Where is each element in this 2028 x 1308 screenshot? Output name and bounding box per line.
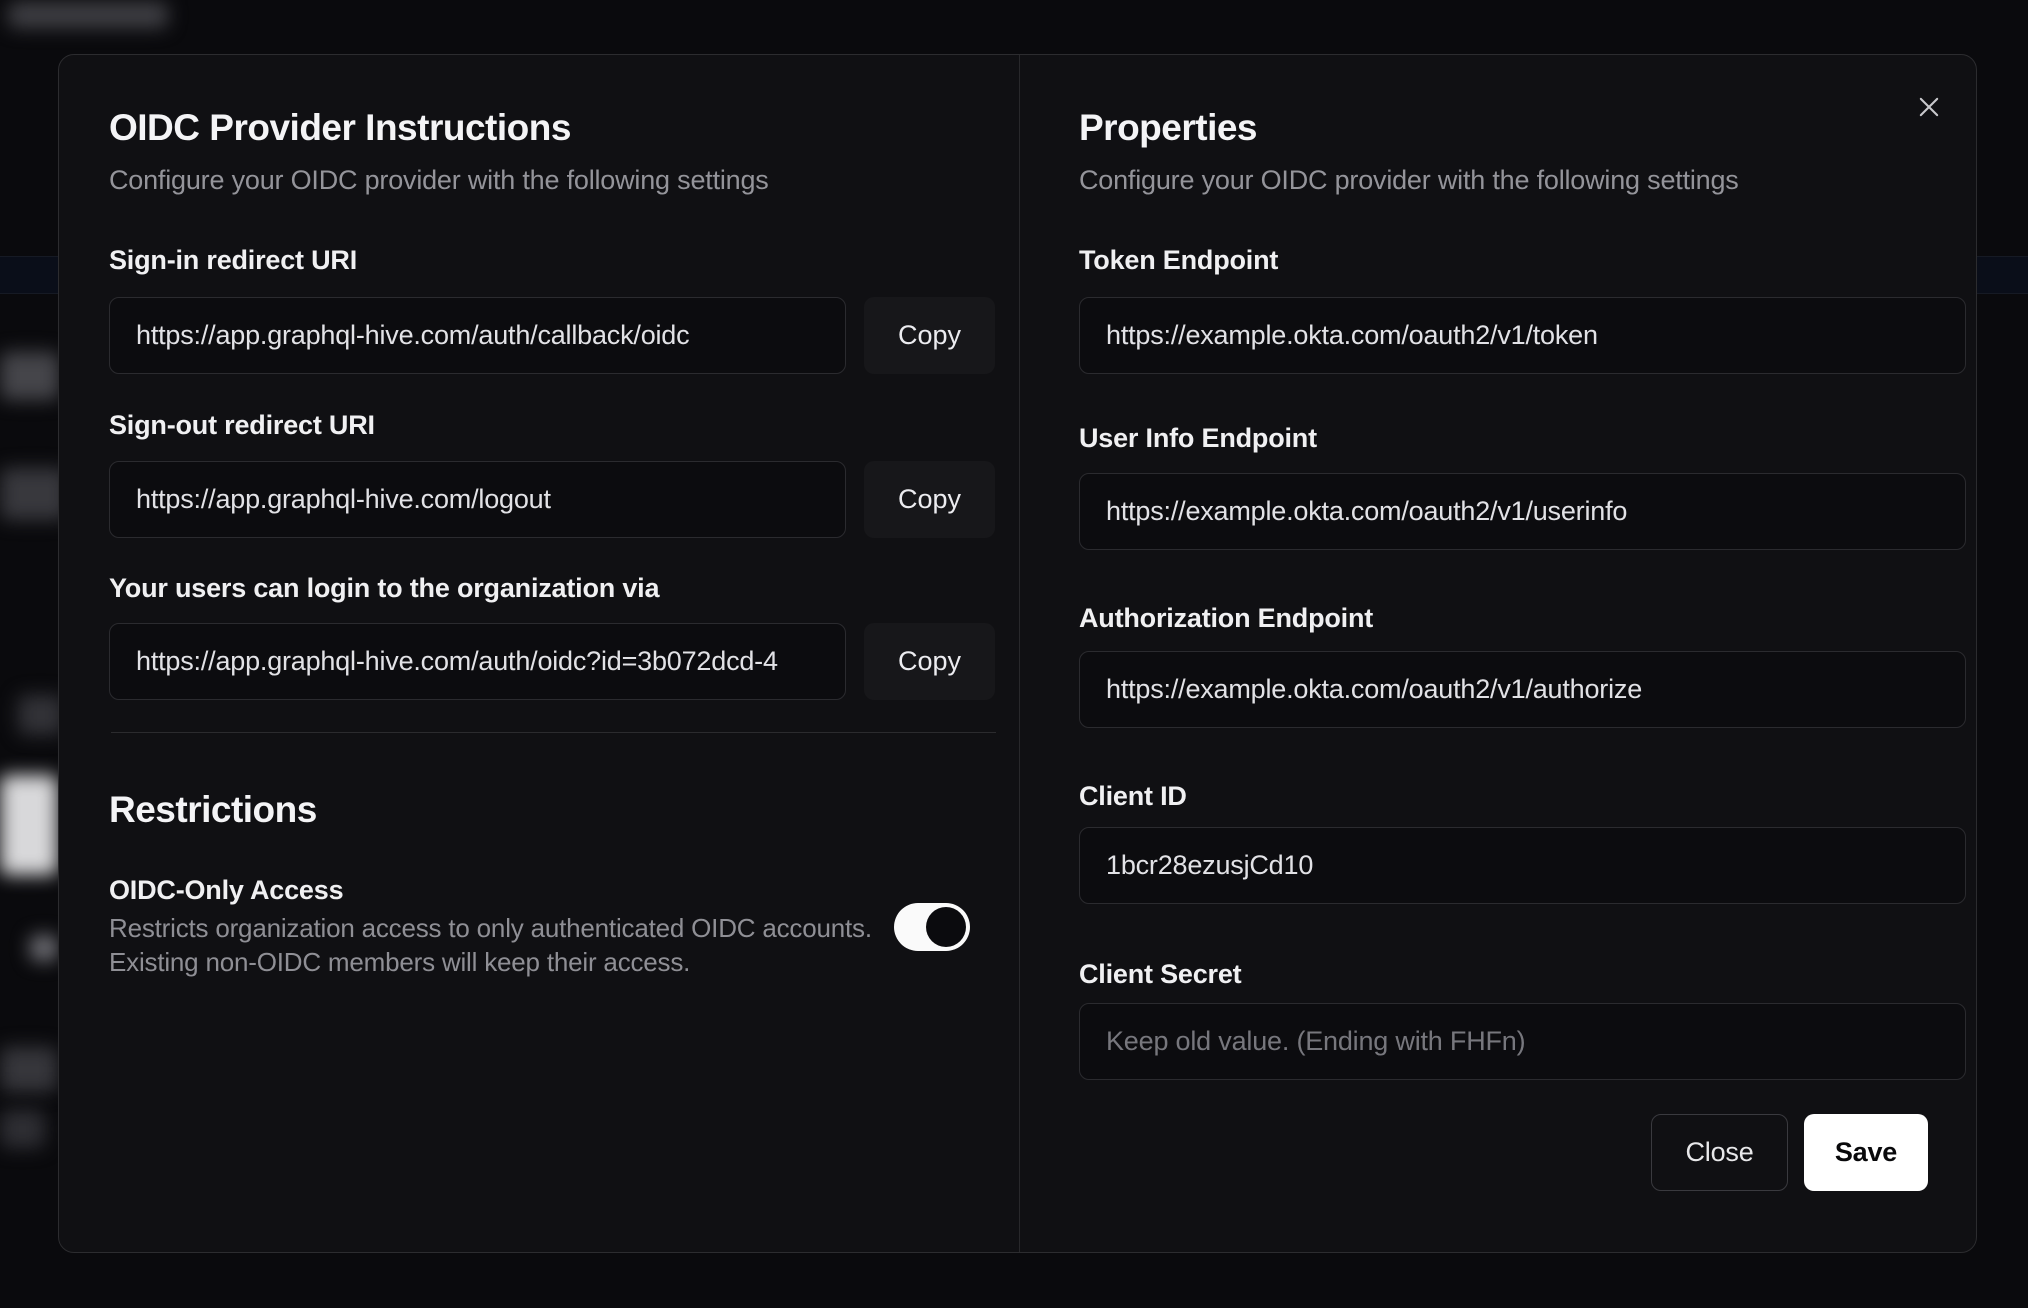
toggle-knob (926, 907, 966, 947)
properties-subtitle: Configure your OIDC provider with the fo… (1079, 165, 1739, 195)
oidc-only-access-label: OIDC-Only Access (109, 875, 344, 905)
oidc-settings-dialog: OIDC Provider Instructions Configure you… (58, 54, 1977, 1253)
backdrop-blur-artifact (0, 1047, 58, 1092)
close-icon (1919, 97, 1939, 117)
client-id-label: Client ID (1079, 781, 1187, 811)
login-url-label: Your users can login to the organization… (109, 573, 660, 603)
oidc-only-access-description: Existing non-OIDC members will keep thei… (109, 947, 691, 977)
backdrop-blur-artifact (0, 1110, 45, 1148)
sign-out-redirect-uri-label: Sign-out redirect URI (109, 410, 375, 440)
section-divider (111, 732, 996, 733)
sign-out-redirect-uri-input[interactable] (109, 461, 846, 538)
client-secret-label: Client Secret (1079, 959, 1242, 989)
copy-sign-out-uri-button[interactable]: Copy (864, 461, 995, 538)
token-endpoint-input[interactable] (1079, 297, 1966, 374)
instructions-subtitle: Configure your OIDC provider with the fo… (109, 165, 769, 195)
save-button[interactable]: Save (1804, 1114, 1928, 1191)
copy-login-url-button[interactable]: Copy (864, 623, 995, 700)
sign-in-redirect-uri-input[interactable] (109, 297, 846, 374)
backdrop-blur-artifact (30, 935, 58, 961)
oidc-only-access-toggle[interactable] (894, 903, 970, 951)
column-divider (1019, 55, 1020, 1252)
restrictions-title: Restrictions (109, 789, 317, 830)
user-info-endpoint-input[interactable] (1079, 473, 1966, 550)
dialog-close-button[interactable] (1909, 87, 1949, 127)
authorization-endpoint-label: Authorization Endpoint (1079, 603, 1374, 633)
sign-in-redirect-uri-label: Sign-in redirect URI (109, 245, 358, 275)
login-url-input[interactable] (109, 623, 846, 700)
token-endpoint-label: Token Endpoint (1079, 245, 1279, 275)
backdrop-blur-artifact (0, 775, 58, 875)
client-secret-input[interactable] (1079, 1003, 1966, 1080)
close-button[interactable]: Close (1651, 1114, 1788, 1191)
oidc-only-access-description: Restricts organization access to only au… (109, 913, 872, 943)
backdrop-blur-artifact (0, 352, 60, 400)
properties-title: Properties (1079, 107, 1258, 148)
copy-sign-in-uri-button[interactable]: Copy (864, 297, 995, 374)
instructions-title: OIDC Provider Instructions (109, 107, 571, 148)
user-info-endpoint-label: User Info Endpoint (1079, 423, 1317, 453)
client-id-input[interactable] (1079, 827, 1966, 904)
backdrop-blur-artifact (8, 2, 168, 28)
authorization-endpoint-input[interactable] (1079, 651, 1966, 728)
